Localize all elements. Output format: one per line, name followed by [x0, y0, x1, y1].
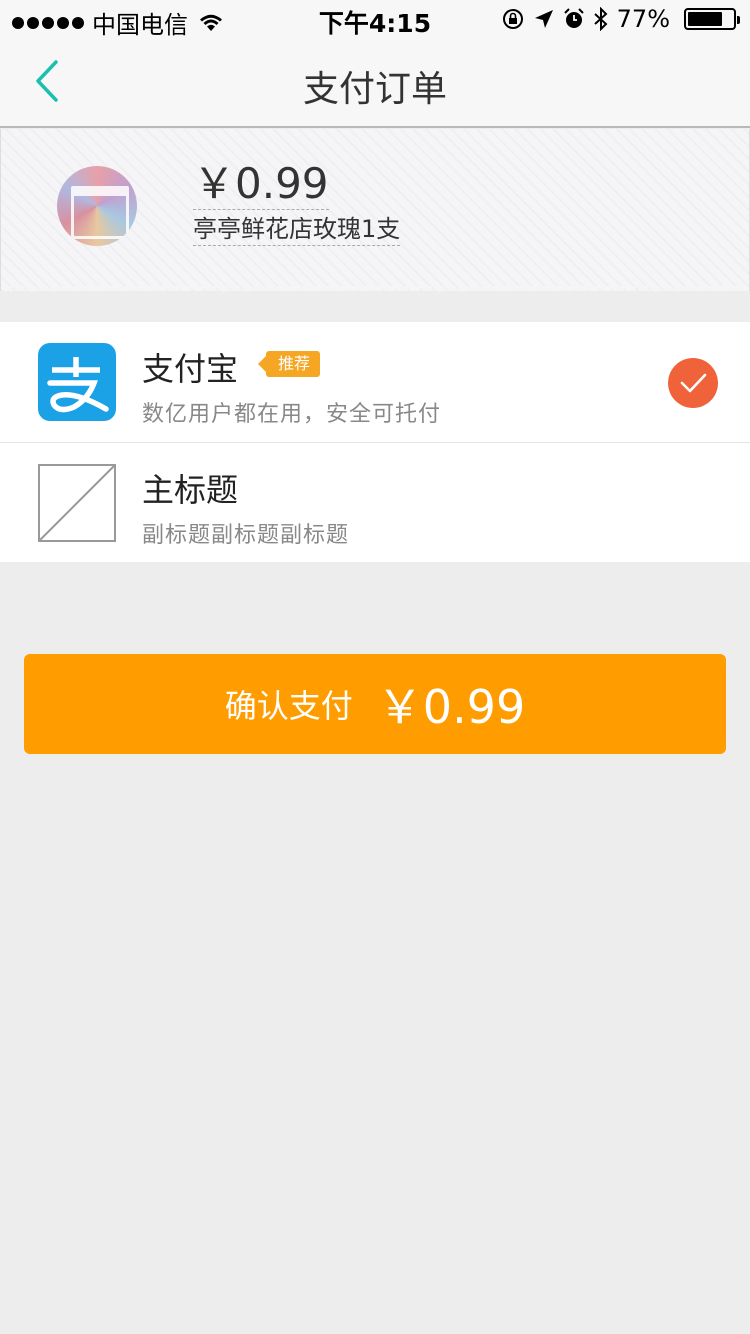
confirm-pay-button[interactable]: 确认支付 ￥0.99 — [24, 654, 726, 754]
payment-subtitle: 副标题副标题副标题 — [142, 523, 350, 548]
battery-icon — [684, 8, 740, 30]
payment-title: 支付宝 — [142, 350, 239, 388]
product-name: 亭亭鲜花店玫瑰1支 — [193, 214, 401, 247]
payment-method-list: 支付宝 推荐 数亿用户都在用，安全可托付 主标题 副标题副标题副标题 — [0, 322, 750, 562]
payment-subtitle: 数亿用户都在用，安全可托付 — [142, 402, 442, 427]
payment-option-alipay[interactable]: 支付宝 推荐 数亿用户都在用，安全可托付 — [0, 322, 750, 442]
alipay-icon — [38, 343, 116, 421]
confirm-label: 确认支付 — [224, 687, 353, 725]
rotation-lock-icon — [502, 9, 523, 29]
status-right: 77% — [501, 5, 740, 33]
battery-percent: 77% — [616, 5, 670, 33]
nav-bar: 支付订单 — [0, 40, 750, 128]
alarm-icon — [563, 8, 584, 28]
order-amount: ￥0.99 — [193, 159, 329, 211]
battery-fill — [688, 12, 722, 26]
order-summary: ￥0.99 亭亭鲜花店玫瑰1支 — [0, 129, 750, 296]
status-bar: 中国电信 下午4:15 77% — [0, 0, 750, 40]
page-title: 支付订单 — [302, 69, 447, 110]
location-icon — [534, 10, 553, 28]
confirm-amount: ￥0.99 — [376, 680, 526, 734]
shop-avatar — [57, 166, 137, 246]
image-placeholder-icon — [38, 464, 116, 542]
selected-check-icon[interactable] — [668, 358, 718, 408]
payment-option-placeholder[interactable]: 主标题 副标题副标题副标题 — [0, 442, 750, 562]
recommend-badge: 推荐 — [257, 351, 321, 377]
bluetooth-icon — [593, 7, 608, 31]
payment-title: 主标题 — [142, 471, 239, 509]
